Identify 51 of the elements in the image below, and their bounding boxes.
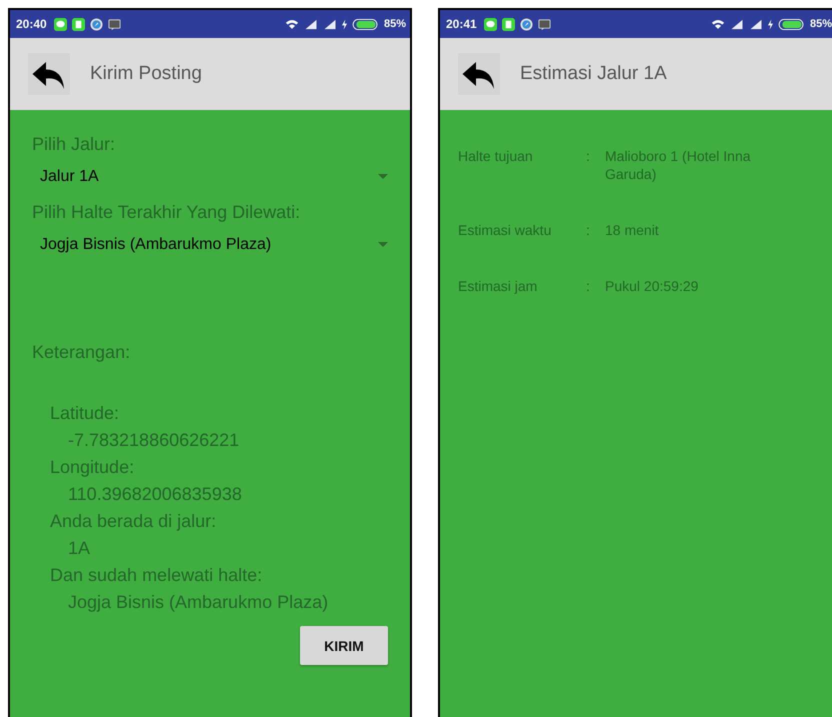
charging-icon: [768, 18, 773, 30]
message-icon: [108, 18, 121, 30]
info-label: Longitude:: [50, 456, 136, 479]
battery-icon: [352, 18, 379, 30]
battery-percent: 85%: [810, 18, 832, 30]
compass-icon: [520, 18, 533, 30]
status-time: 20:40: [16, 17, 47, 31]
field-label: Pilih Jalur:: [32, 133, 116, 156]
clipboard-icon: [502, 18, 515, 30]
status-time: 20:41: [446, 17, 477, 31]
battery-icon: [778, 18, 805, 30]
compass-icon: [90, 18, 103, 30]
detail-label: Estimasi jam: [458, 277, 538, 295]
screen-title: Estimasi Jalur 1A: [520, 63, 667, 85]
separator: :: [586, 147, 591, 166]
field-label: Pilih Halte Terakhir Yang Dilewati:: [32, 201, 302, 224]
detail-label: Halte tujuan: [458, 147, 534, 166]
dropdown[interactable]: Jalur 1A: [32, 156, 388, 200]
section-heading: Keterangan:: [32, 341, 132, 364]
signal-icon: [304, 18, 318, 30]
chat-bubble-icon: [484, 18, 497, 30]
dropdown[interactable]: Jogja Bisnis (Ambarukmo Plaza): [32, 224, 388, 268]
chat-bubble-icon: [54, 18, 67, 30]
detail-value: Pukul 20:59:29: [605, 277, 700, 295]
back-button[interactable]: [458, 53, 500, 95]
charging-icon: [342, 18, 347, 30]
detail-value: Malioboro 1 (Hotel Inna Garuda): [605, 147, 752, 183]
info-label: Latitude:: [50, 402, 120, 425]
info-value: 1A: [67, 537, 92, 560]
signal-icon: [730, 18, 744, 30]
back-button[interactable]: [28, 53, 70, 95]
signal-icon: [322, 18, 337, 30]
detail-value: 18 menit: [605, 221, 660, 239]
battery-percent: 85%: [384, 18, 406, 30]
separator: :: [586, 221, 591, 239]
signal-icon: [748, 18, 763, 30]
clipboard-icon: [72, 18, 85, 30]
info-label: Anda berada di jalur:: [50, 510, 218, 533]
info-value: Jogja Bisnis (Ambarukmo Plaza): [67, 591, 330, 614]
wifi-icon: [284, 18, 299, 30]
caret-icon: [378, 242, 388, 248]
info-value: -7.783218860626221: [67, 429, 240, 452]
message-icon: [538, 18, 551, 30]
detail-label: Estimasi waktu: [458, 221, 552, 239]
info-label: Dan sudah melewati halte:: [50, 564, 264, 587]
send-button[interactable]: KIRIM: [300, 626, 388, 665]
wifi-icon: [710, 18, 725, 30]
screen-title: Kirim Posting: [90, 63, 202, 85]
separator: :: [586, 277, 591, 295]
info-value: 110.39682006835938: [67, 483, 243, 506]
caret-icon: [378, 174, 388, 180]
